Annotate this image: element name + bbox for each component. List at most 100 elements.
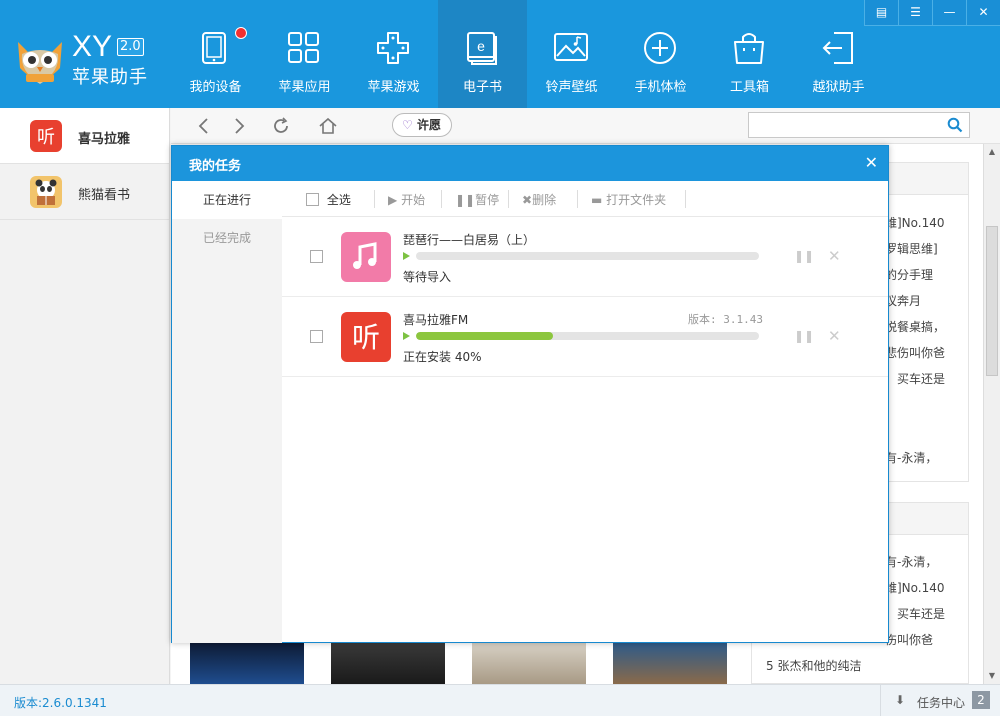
panda-reader-icon (30, 176, 62, 208)
tasks-dialog: 我的任务 ✕ 正在进行 已经完成 全选 ▶ 开始 ❚❚暂停 ✖删除 ▬ 打开文件… (171, 145, 889, 643)
pause-icon[interactable]: ❚❚ (794, 249, 814, 263)
task-center-button[interactable]: ⬇ 任务中心 2 (880, 685, 1000, 716)
open-folder-button[interactable]: ▬ 打开文件夹 (591, 191, 666, 208)
minimize-icon[interactable]: — (932, 0, 966, 26)
album-thumbnail[interactable] (190, 642, 304, 684)
start-button[interactable]: ▶ 开始 (388, 191, 425, 208)
search-input[interactable] (748, 112, 970, 138)
back-icon[interactable] (194, 116, 214, 136)
task-checkbox[interactable] (310, 330, 323, 343)
search-icon[interactable] (947, 117, 963, 133)
list-item[interactable]: 悲伤叫你爸 (885, 344, 945, 361)
close-icon[interactable]: ✕ (966, 0, 1000, 26)
dialog-header: 我的任务 ✕ (172, 146, 888, 181)
close-icon[interactable]: ✕ (865, 153, 878, 172)
play-icon (403, 252, 410, 260)
tab-completed[interactable]: 已经完成 (172, 219, 282, 257)
remove-task-icon[interactable]: ✕ (828, 327, 841, 345)
dialog-body: 全选 ▶ 开始 ❚❚暂停 ✖删除 ▬ 打开文件夹 琵琶行——白居易（上） 等待导… (282, 181, 888, 643)
toolbox-icon (734, 33, 764, 64)
menu-icon[interactable]: ▤ (864, 0, 898, 26)
nav-apple-apps[interactable]: 苹果应用 (260, 0, 349, 108)
task-toolbar: 全选 ▶ 开始 ❚❚暂停 ✖删除 ▬ 打开文件夹 (282, 181, 888, 217)
task-status: 正在安装 40% (403, 350, 482, 364)
progress-bar (416, 332, 759, 340)
sidebar-item-panda-reader[interactable]: 熊猫看书 (0, 164, 169, 220)
album-thumbnail[interactable] (472, 642, 586, 684)
nav-label: 铃声壁纸 (545, 80, 598, 95)
task-version: 版本: 3.1.43 (688, 313, 763, 326)
nav-apple-games[interactable]: 苹果游戏 (349, 0, 438, 108)
nav-my-device[interactable]: 我的设备 (171, 0, 260, 108)
list-item[interactable]: 维]No.140 (885, 579, 945, 596)
ximalaya-icon: 听 (30, 120, 62, 152)
task-name: 喜马拉雅FM (403, 313, 469, 327)
task-row[interactable]: 听 喜马拉雅FM 版本: 3.1.43 正在安装 40% ❚❚ ✕ (282, 297, 888, 377)
list-item[interactable]: 的分手理 (885, 266, 933, 283)
svg-text:e: e (477, 38, 485, 54)
refresh-icon[interactable] (271, 116, 291, 136)
scroll-down-icon[interactable]: ▼ (984, 668, 1000, 684)
nav-phone-check[interactable]: 手机体检 (616, 0, 705, 108)
home-icon[interactable] (318, 116, 338, 136)
ximalaya-icon: 听 (341, 312, 391, 362)
task-status: 等待导入 (403, 270, 452, 284)
folder-icon: ▬ (591, 193, 603, 207)
nav-label: 手机体检 (634, 80, 687, 95)
delete-button[interactable]: ✖删除 (522, 191, 556, 208)
owl-logo-icon (18, 42, 62, 84)
wish-label: 许愿 (417, 118, 442, 132)
notification-dot (235, 27, 247, 39)
skin-icon[interactable]: ☰ (898, 0, 932, 26)
task-checkbox[interactable] (310, 250, 323, 263)
album-thumbnail[interactable] (331, 642, 445, 684)
app-logo: XY 2.0 苹果助手 (12, 30, 172, 90)
health-check-icon (644, 32, 676, 64)
remove-task-icon[interactable]: ✕ (828, 247, 841, 265)
forward-icon[interactable] (229, 116, 249, 136)
pause-button[interactable]: ❚❚暂停 (455, 191, 499, 208)
logo-app-name: 苹果助手 (72, 67, 148, 88)
wish-button[interactable]: ♡ 许愿 (392, 113, 452, 137)
pause-icon: ❚❚ (455, 193, 476, 207)
scrollbar-thumb[interactable] (986, 226, 998, 376)
list-item[interactable]: 有-永清， (885, 449, 937, 466)
list-item[interactable]: 伤叫你爸 (885, 631, 933, 648)
list-item[interactable]: ，买车还是 (885, 605, 945, 622)
version-text: 版本:2.6.0.1341 (14, 696, 107, 710)
task-count-badge: 2 (972, 691, 990, 709)
scroll-up-icon[interactable]: ▲ (984, 144, 1000, 160)
select-all-checkbox[interactable]: 全选 (306, 191, 351, 208)
nav-toolbox[interactable]: 工具箱 (705, 0, 794, 108)
delete-label: 删除 (532, 193, 557, 207)
wallpaper-icon (554, 33, 588, 61)
music-note-icon (341, 232, 391, 282)
list-item[interactable]: 议奔月 (885, 292, 921, 309)
dialog-title: 我的任务 (189, 159, 242, 174)
nav-ebook[interactable]: e 电子书 (438, 0, 527, 108)
list-item[interactable]: 有-永清， (885, 553, 937, 570)
list-item[interactable]: 罗辑思维] (885, 240, 938, 257)
status-bar: 版本:2.6.0.1341 ⬇ 任务中心 2 (0, 684, 1000, 716)
list-item[interactable]: 悦餐桌搞， (885, 318, 945, 335)
nav-label: 苹果应用 (278, 80, 331, 95)
nav-ringtone-wallpaper[interactable]: 铃声壁纸 (527, 0, 616, 108)
sidebar-item-ximalaya[interactable]: 听 喜马拉雅 (0, 108, 169, 164)
download-arrow-icon: ⬇ (895, 693, 906, 707)
logo-version-badge: 2.0 (117, 38, 144, 56)
vertical-scrollbar[interactable]: ▲ ▼ (983, 144, 1000, 684)
delete-icon: ✖ (522, 193, 533, 207)
tab-in-progress[interactable]: 正在进行 (172, 181, 282, 219)
list-item[interactable]: ，买车还是 (885, 370, 945, 387)
list-item[interactable]: 维]No.140 (885, 214, 945, 231)
pause-label: 暂停 (475, 193, 500, 207)
nav-label: 电子书 (462, 80, 502, 95)
checkbox[interactable] (306, 193, 319, 206)
task-row[interactable]: 琵琶行——白居易（上） 等待导入 ❚❚ ✕ (282, 217, 888, 297)
play-icon: ▶ (388, 193, 398, 207)
pause-icon[interactable]: ❚❚ (794, 329, 814, 343)
list-item[interactable]: 5 张杰和他的纯洁 (766, 657, 861, 674)
tablet-icon (202, 32, 226, 64)
svg-text:听: 听 (352, 321, 380, 354)
album-thumbnail[interactable] (613, 642, 727, 684)
